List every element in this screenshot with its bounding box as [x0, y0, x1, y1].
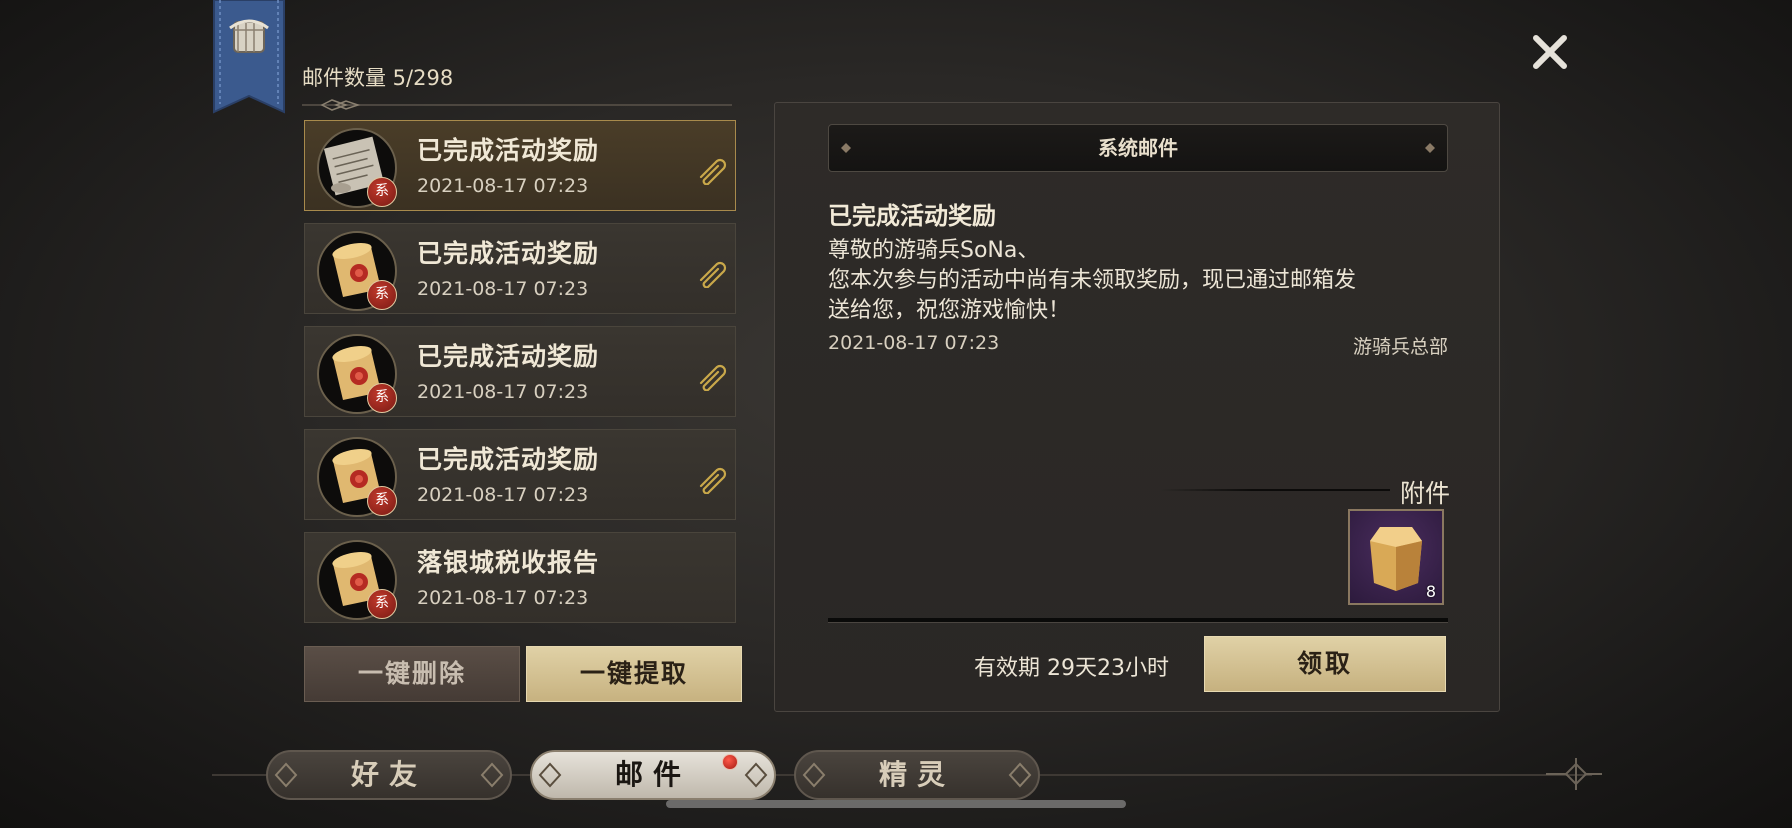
system-badge: 系 — [367, 589, 397, 619]
header-ornament-icon — [1425, 143, 1435, 153]
header-divider — [302, 99, 732, 111]
tab-ornament-icon — [802, 762, 826, 788]
claim-button[interactable]: 领取 — [1204, 636, 1446, 692]
tab-spirits[interactable]: 精灵 — [794, 750, 1040, 800]
attachment-quantity: 8 — [1425, 582, 1436, 601]
system-badge: 系 — [367, 177, 397, 207]
tab-mail[interactable]: 邮件 — [530, 750, 776, 800]
mail-list-item[interactable]: 系 已完成活动奖励 2021-08-17 07:23 — [304, 120, 736, 211]
close-icon[interactable] — [1528, 30, 1572, 74]
mail-item-date: 2021-08-17 07:23 — [417, 484, 589, 506]
attachment-divider — [1160, 489, 1390, 491]
attachment-clip-icon — [699, 261, 727, 288]
attachment-clip-icon — [699, 364, 727, 391]
tab-ornament-icon — [744, 762, 768, 788]
mail-list-item[interactable]: 系 已完成活动奖励 2021-08-17 07:23 — [304, 429, 736, 520]
mail-list-item[interactable]: 系 已完成活动奖励 2021-08-17 07:23 — [304, 223, 736, 314]
validity-label: 有效期 29天23小时 — [974, 656, 1169, 681]
mail-item-date: 2021-08-17 07:23 — [417, 278, 589, 300]
gold-crystal-icon — [1370, 527, 1422, 591]
mail-body-line: 送给您，祝您游戏愉快！ — [828, 298, 1071, 323]
mail-count-label: 邮件数量 5/298 — [302, 66, 454, 90]
mail-body-line: 您本次参与的活动中尚有未领取奖励，现已通过邮箱发 — [828, 268, 1357, 293]
mail-item-title: 已完成活动奖励 — [417, 445, 600, 474]
mail-item-date: 2021-08-17 07:23 — [417, 587, 589, 609]
mail-list-item[interactable]: 系 已完成活动奖励 2021-08-17 07:23 — [304, 326, 736, 417]
mail-category-header: 系统邮件 — [828, 124, 1448, 172]
tab-friends[interactable]: 好友 — [266, 750, 512, 800]
mail-detail-title: 已完成活动奖励 — [828, 201, 996, 230]
tab-ornament-icon — [274, 762, 298, 788]
tab-label: 精灵 — [878, 758, 955, 791]
tab-bar-end-ornament-icon — [1546, 758, 1602, 790]
system-badge: 系 — [367, 383, 397, 413]
notification-dot-icon — [722, 754, 738, 770]
mailbox-banner-icon — [213, 0, 285, 114]
mail-category-label: 系统邮件 — [1098, 136, 1178, 160]
mail-item-title: 已完成活动奖励 — [417, 239, 600, 268]
system-badge: 系 — [367, 486, 397, 516]
mail-item-title: 已完成活动奖励 — [417, 342, 600, 371]
attachment-item-slot[interactable]: 8 — [1348, 509, 1444, 605]
mail-item-date: 2021-08-17 07:23 — [417, 175, 589, 197]
claim-all-button[interactable]: 一键提取 — [526, 646, 742, 702]
system-badge: 系 — [367, 280, 397, 310]
tab-ornament-icon — [538, 762, 562, 788]
mail-body-line: 尊敬的游骑兵SoNa、 — [828, 238, 1040, 263]
detail-bottom-divider — [828, 618, 1448, 623]
tab-label: 好友 — [350, 758, 427, 791]
mail-list-item[interactable]: 系 落银城税收报告 2021-08-17 07:23 — [304, 532, 736, 623]
mail-sender: 游骑兵总部 — [1352, 336, 1448, 358]
attachment-label: 附件 — [1400, 479, 1451, 508]
tab-label: 邮件 — [614, 758, 691, 791]
attachment-clip-icon — [699, 158, 727, 185]
mail-item-title: 落银城税收报告 — [417, 548, 600, 577]
header-ornament-icon — [841, 143, 851, 153]
tab-ornament-icon — [1008, 762, 1032, 788]
tab-ornament-icon — [480, 762, 504, 788]
mail-detail-date: 2021-08-17 07:23 — [828, 332, 1000, 354]
attachment-clip-icon — [699, 467, 727, 494]
delete-all-button[interactable]: 一键删除 — [304, 646, 520, 702]
home-indicator[interactable] — [666, 800, 1126, 808]
mail-item-title: 已完成活动奖励 — [417, 136, 600, 165]
mail-item-date: 2021-08-17 07:23 — [417, 381, 589, 403]
